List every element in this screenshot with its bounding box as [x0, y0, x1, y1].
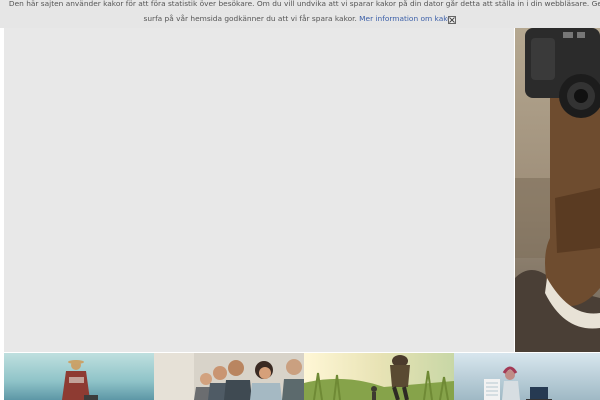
cookie-text: surfa på vår hemsida godkänner du att vi… — [143, 14, 357, 23]
hiker-in-grass-photo — [304, 353, 454, 400]
close-icon — [449, 17, 455, 23]
thumbnail-1[interactable] — [4, 353, 154, 400]
close-cookie-button[interactable] — [448, 16, 456, 24]
group-of-people-photo — [154, 353, 304, 400]
camera-and-boot-photo — [515, 28, 600, 352]
person-sitting-by-sea-photo — [4, 353, 154, 400]
thumbnail-2[interactable] — [154, 353, 304, 400]
cookie-text-line-1: Den här sajten använder kakor för att fö… — [8, 0, 600, 8]
hero-image[interactable] — [515, 28, 600, 352]
cookie-banner: Den här sajten använder kakor för att fö… — [0, 0, 600, 28]
thumbnail-4[interactable] — [454, 353, 600, 400]
content-placeholder — [4, 28, 514, 352]
thumbnail-3[interactable] — [304, 353, 454, 400]
cookie-text-line-2: surfa på vår hemsida godkänner du att vi… — [0, 12, 600, 26]
cookie-info-link[interactable]: Mer information om kakor. — [359, 14, 456, 23]
person-at-laptop-photo — [454, 353, 600, 400]
